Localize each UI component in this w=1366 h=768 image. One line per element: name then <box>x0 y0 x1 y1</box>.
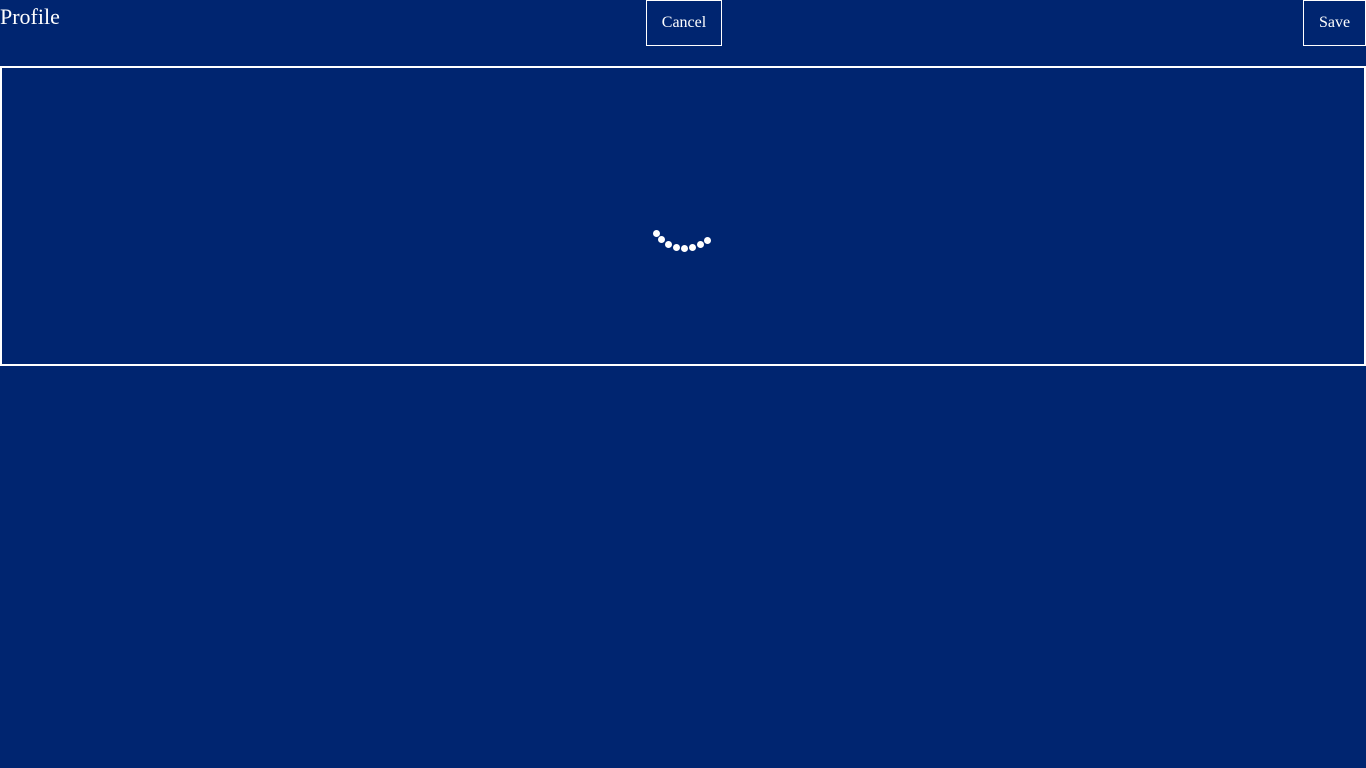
spinner-dot <box>697 241 704 248</box>
spinner-dot <box>673 244 680 251</box>
spinner-dot <box>681 245 688 252</box>
save-button[interactable]: Save <box>1303 0 1366 46</box>
spinner-dot <box>704 237 711 244</box>
header: Profile Cancel Save <box>0 0 1366 66</box>
spinner-dot <box>689 244 696 251</box>
cancel-button[interactable]: Cancel <box>646 0 722 46</box>
spinner-dot <box>658 236 665 243</box>
content-panel <box>0 66 1366 366</box>
spinner-dot <box>665 241 672 248</box>
loading-spinner-icon <box>647 226 727 256</box>
page-title: Profile <box>0 4 60 29</box>
